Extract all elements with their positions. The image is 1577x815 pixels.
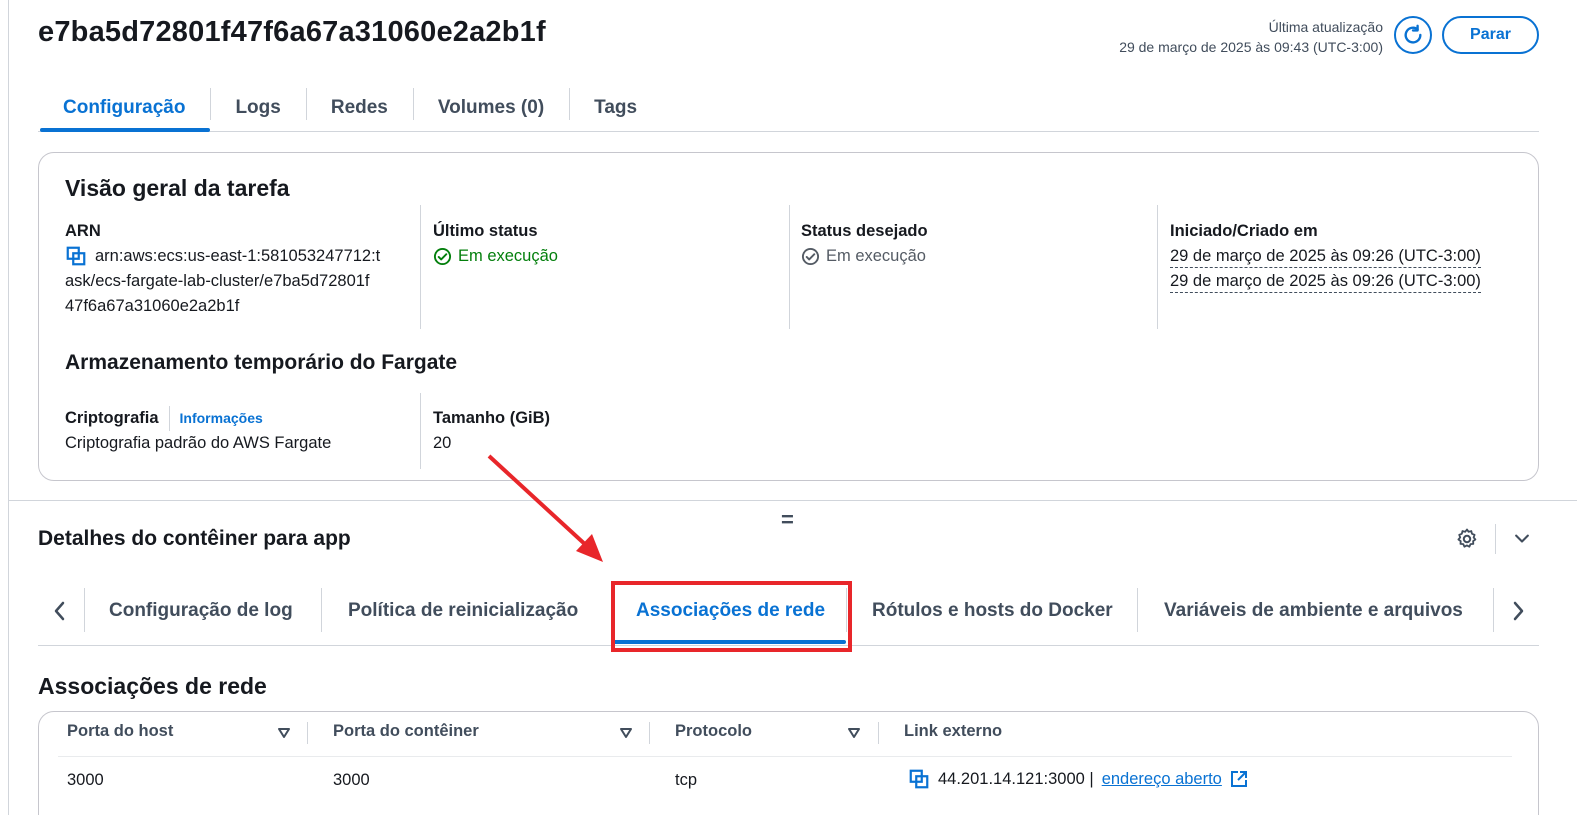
created-value[interactable]: 29 de março de 2025 às 09:26 (UTC-3:00) — [1170, 270, 1481, 293]
overview-title: Visão geral da tarefa — [65, 175, 290, 201]
gear-icon[interactable] — [1455, 527, 1479, 551]
tab-volumes[interactable]: Volumes (0) — [412, 84, 569, 131]
check-circle-icon — [801, 247, 820, 266]
size-value: 20 — [433, 434, 452, 452]
chevron-right-icon[interactable] — [1510, 600, 1526, 622]
column-header-external-link: Link externo — [904, 722, 1003, 740]
size-label: Tamanho (GiB) — [433, 409, 551, 427]
last-updated-value: 29 de março de 2025 às 09:43 (UTC-3:00) — [1119, 39, 1383, 55]
divider — [789, 205, 790, 329]
network-bindings-title: Associações de rede — [38, 673, 267, 699]
divider — [1157, 205, 1158, 329]
last-status-value: Em execução — [458, 247, 558, 265]
cell-host-port: 3000 — [67, 771, 104, 789]
main-tabs: Configuração Logs Redes Volumes (0) Tags — [38, 84, 1539, 132]
info-link[interactable]: Informações — [168, 406, 263, 431]
divider — [649, 722, 650, 744]
page-left-border — [8, 0, 9, 815]
arn-line-3: 47f6a67a31060e2a2b1f — [65, 297, 240, 315]
page-title: e7ba5d72801f47f6a67a31060e2a2b1f — [38, 16, 546, 48]
column-header-host-port[interactable]: Porta do host — [67, 722, 173, 741]
divider — [420, 205, 421, 329]
size-field: Tamanho (GiB) 20 — [433, 406, 550, 456]
external-link-icon[interactable] — [1230, 770, 1248, 788]
copy-icon[interactable] — [908, 768, 930, 790]
tab-restart-policy[interactable]: Política de reinicialização — [348, 580, 578, 642]
divider — [1137, 588, 1138, 632]
arn-line-2: ask/ecs-fargate-lab-cluster/e7ba5d72801f — [65, 272, 370, 290]
column-header-container-port[interactable]: Porta do contêiner — [333, 722, 479, 741]
last-status-label: Último status — [433, 222, 538, 240]
divider — [420, 393, 421, 469]
tab-configuration[interactable]: Configuração — [38, 84, 211, 132]
divider — [321, 588, 322, 632]
sort-icon[interactable] — [847, 726, 861, 740]
sort-icon[interactable] — [277, 726, 291, 740]
tab-logs[interactable]: Logs — [210, 84, 305, 131]
check-circle-icon — [433, 247, 452, 266]
tab-log-configuration[interactable]: Configuração de log — [109, 580, 293, 642]
divider — [878, 722, 879, 744]
open-address-link[interactable]: endereço aberto — [1102, 770, 1222, 789]
sort-icon[interactable] — [619, 726, 633, 740]
desired-status-label: Status desejado — [801, 222, 928, 240]
divider — [1493, 588, 1494, 632]
tab-docker-labels-hosts[interactable]: Rótulos e hosts do Docker — [872, 580, 1113, 642]
encryption-value: Criptografia padrão do AWS Fargate — [65, 434, 332, 452]
arn-label: ARN — [65, 222, 101, 240]
last-updated: Última atualização 29 de março de 2025 à… — [1119, 17, 1383, 57]
tab-networks[interactable]: Redes — [305, 84, 413, 131]
table-row-divider — [58, 756, 1512, 757]
divider — [307, 722, 308, 744]
last-status-field: Último status Em execução — [433, 219, 558, 269]
column-header-protocol[interactable]: Protocolo — [675, 722, 752, 741]
cell-protocol: tcp — [675, 771, 698, 789]
started-label: Iniciado/Criado em — [1170, 222, 1318, 240]
last-updated-label: Última atualização — [1268, 19, 1383, 35]
cell-external-link: 44.201.14.121:3000 | endereço aberto — [908, 768, 1248, 790]
highlight-box — [611, 581, 852, 652]
tab-tags[interactable]: Tags — [569, 84, 662, 131]
storage-title: Armazenamento temporário do Fargate — [65, 351, 458, 374]
chevron-down-icon[interactable] — [1511, 529, 1533, 549]
refresh-icon — [1404, 24, 1422, 44]
desired-status-field: Status desejado Em execução — [801, 219, 928, 269]
chevron-left-icon[interactable] — [52, 600, 68, 622]
encryption-field: Criptografia Informações Criptografia pa… — [65, 406, 331, 456]
external-address: 44.201.14.121:3000 | — [938, 769, 1094, 788]
tab-environment-variables[interactable]: Variáveis de ambiente e arquivos — [1164, 580, 1463, 642]
task-overview-card: Visão geral da tarefa ARN arn:aws:ecs:us… — [38, 152, 1539, 481]
copy-icon[interactable] — [65, 245, 87, 267]
divider — [1495, 524, 1496, 554]
started-value[interactable]: 29 de março de 2025 às 09:26 (UTC-3:00) — [1170, 245, 1481, 268]
divider — [84, 588, 85, 632]
resize-handle[interactable]: = — [781, 507, 794, 533]
container-details-title: Detalhes do contêiner para app — [38, 527, 351, 550]
arn-field: ARN arn:aws:ecs:us-east-1:581053247712:t… — [65, 219, 405, 319]
network-bindings-table — [38, 711, 1539, 815]
split-panel-divider — [8, 500, 1577, 501]
cell-container-port: 3000 — [333, 771, 370, 789]
refresh-button[interactable] — [1394, 16, 1432, 54]
encryption-label: Criptografia — [65, 409, 159, 427]
stop-button[interactable]: Parar — [1442, 16, 1539, 54]
arn-line-1: arn:aws:ecs:us-east-1:581053247712:t — [95, 247, 381, 265]
desired-status-value: Em execução — [826, 247, 926, 265]
started-field: Iniciado/Criado em 29 de março de 2025 à… — [1170, 219, 1481, 294]
